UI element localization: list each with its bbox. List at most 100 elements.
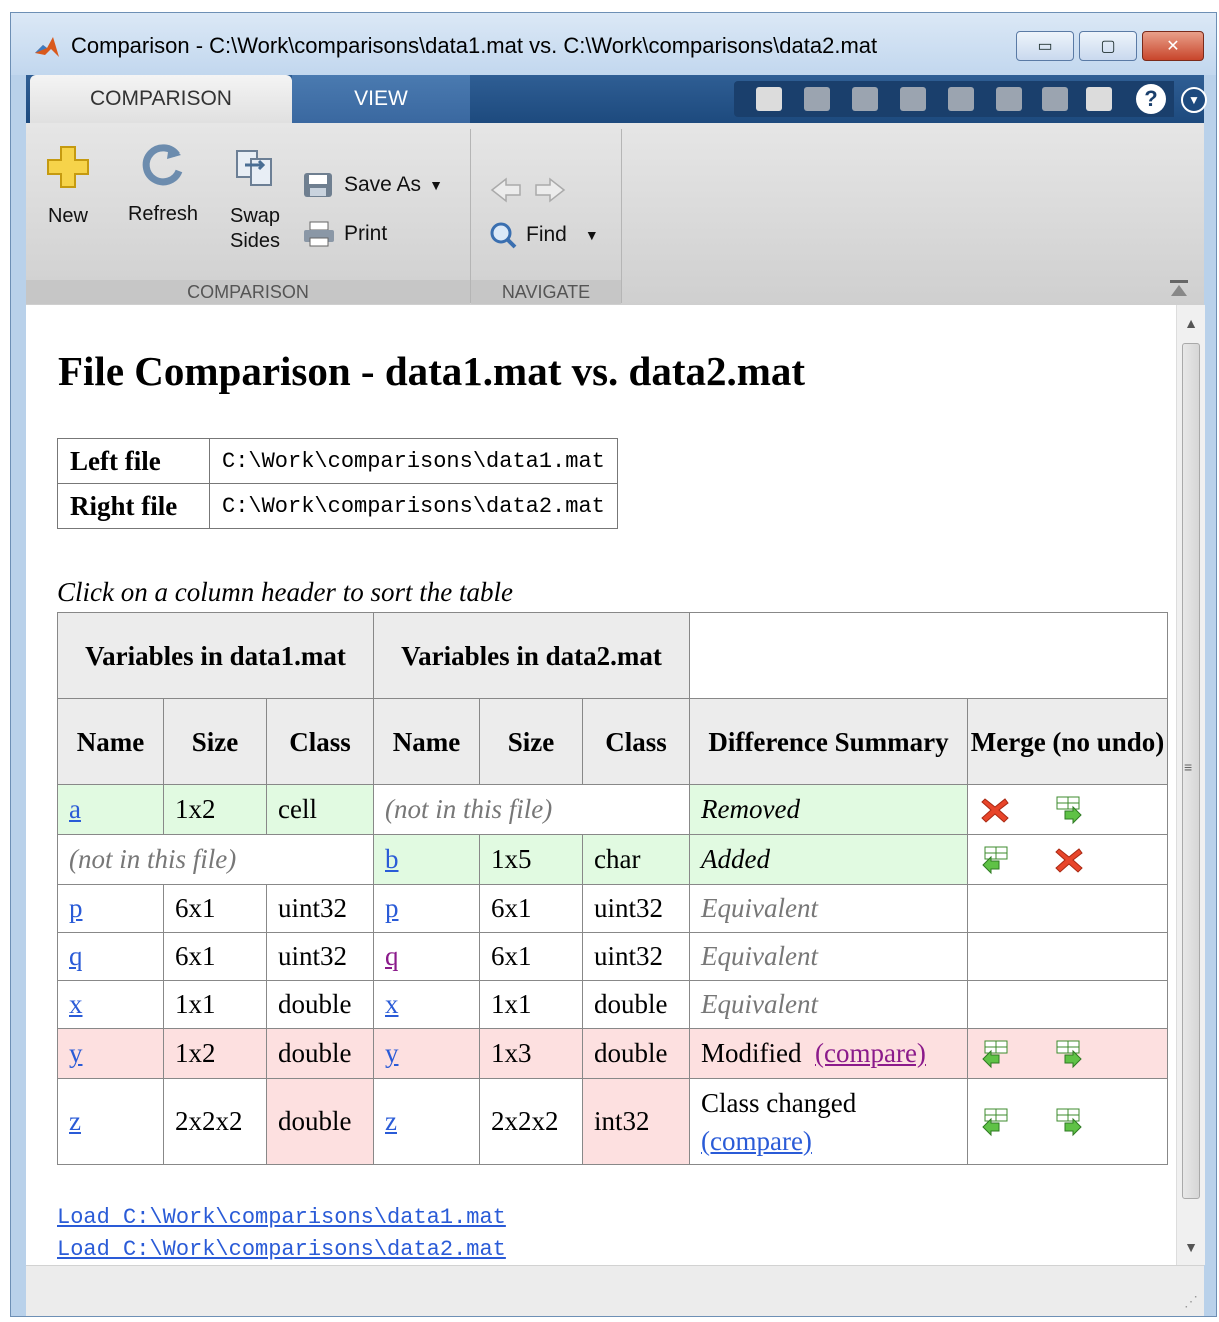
- left-name-cell: q: [57, 932, 164, 981]
- find-button[interactable]: Find ▼: [488, 221, 599, 249]
- variable-link[interactable]: z: [385, 1106, 397, 1136]
- column-header-right-class[interactable]: Class: [582, 698, 690, 785]
- collapse-ribbon-icon[interactable]: [1168, 278, 1190, 300]
- variable-link[interactable]: x: [69, 989, 83, 1019]
- table-row: q 6x1 uint32 q 6x1 uint32 Equivalent: [57, 932, 1168, 981]
- close-icon: ✕: [1166, 38, 1180, 55]
- tab-view[interactable]: VIEW: [292, 75, 470, 123]
- minimize-button[interactable]: ▭: [1016, 31, 1074, 61]
- group-header-blank: [689, 612, 1168, 699]
- minimize-icon: ▭: [1037, 38, 1053, 55]
- variable-link[interactable]: z: [69, 1106, 81, 1136]
- variable-link[interactable]: b: [385, 844, 399, 874]
- swap-icon: [236, 150, 272, 186]
- chevron-down-icon[interactable]: ▼: [429, 177, 443, 193]
- variable-link[interactable]: p: [69, 893, 83, 923]
- quick-access-toolbar: ?: [734, 81, 1174, 117]
- load-left-file-link[interactable]: Load C:\Work\comparisons\data1.mat: [57, 1205, 506, 1230]
- edit-icon[interactable]: [756, 87, 782, 111]
- variable-link[interactable]: q: [69, 941, 83, 971]
- column-header-merge[interactable]: Merge (no undo): [967, 698, 1168, 785]
- plus-icon: [47, 146, 89, 188]
- variable-link[interactable]: q: [385, 941, 399, 971]
- merge-left-icon[interactable]: [979, 1107, 1011, 1137]
- variable-link[interactable]: p: [385, 893, 399, 923]
- paste-icon[interactable]: [948, 87, 974, 111]
- vertical-scrollbar[interactable]: ▲ ≡ ▼: [1176, 305, 1205, 1265]
- merge-right-icon[interactable]: [1053, 1107, 1085, 1137]
- left-name-cell: a: [57, 784, 164, 835]
- left-size-cell: 6x1: [163, 884, 267, 933]
- right-name-cell: b: [373, 834, 480, 885]
- status-bar: ⋰: [26, 1265, 1204, 1316]
- merge-cell: [967, 932, 1168, 981]
- load-right-file-link[interactable]: Load C:\Work\comparisons\data2.mat: [57, 1237, 506, 1262]
- ribbon-tab-strip: COMPARISON VIEW ?: [26, 75, 1204, 123]
- grip-icon: ≡: [1184, 759, 1193, 775]
- section-navigate-label: NAVIGATE: [471, 280, 621, 304]
- left-class-cell: double: [266, 1078, 374, 1165]
- save-icon[interactable]: [804, 87, 830, 111]
- delete-variable-icon[interactable]: [979, 795, 1011, 825]
- maximize-button[interactable]: ▢: [1079, 31, 1137, 61]
- scroll-up-icon[interactable]: ▲: [1177, 309, 1205, 337]
- merge-right-icon[interactable]: [1053, 1039, 1085, 1069]
- switch-windows-icon[interactable]: [1086, 87, 1112, 111]
- column-header-left-class[interactable]: Class: [266, 698, 374, 785]
- left-class-cell: double: [266, 1028, 374, 1079]
- chevron-down-icon[interactable]: ▼: [1181, 87, 1207, 113]
- print-button[interactable]: Print: [302, 220, 387, 248]
- column-header-left-name[interactable]: Name: [57, 698, 164, 785]
- new-button[interactable]: New: [40, 143, 96, 228]
- undo-icon[interactable]: [996, 87, 1022, 111]
- swap-sides-button[interactable]: Swap Sides: [220, 143, 290, 253]
- merge-left-icon[interactable]: [979, 1039, 1011, 1069]
- table-row: Left file C:\Work\comparisons\data1.mat: [57, 438, 618, 484]
- delete-variable-icon[interactable]: [1053, 845, 1085, 875]
- summary-cell: Removed: [689, 784, 968, 835]
- right-name-cell: y: [373, 1028, 480, 1079]
- left-class-cell: uint32: [266, 932, 374, 981]
- right-class-cell: uint32: [582, 884, 690, 933]
- left-file-path: C:\Work\comparisons\data1.mat: [209, 438, 618, 484]
- compare-link[interactable]: (compare): [815, 1038, 926, 1068]
- variable-link[interactable]: y: [385, 1038, 399, 1068]
- next-difference-icon[interactable]: [535, 177, 566, 203]
- summary-text: Modified: [701, 1038, 802, 1068]
- find-label: Find: [526, 223, 567, 246]
- right-file-label: Right file: [57, 483, 210, 529]
- compare-link[interactable]: (compare): [701, 1126, 812, 1156]
- scrollbar-thumb[interactable]: ≡: [1182, 343, 1200, 1199]
- close-button[interactable]: ✕: [1142, 31, 1204, 61]
- variable-link[interactable]: a: [69, 794, 81, 824]
- print-label: Print: [344, 222, 388, 245]
- column-header-right-name[interactable]: Name: [373, 698, 480, 785]
- save-as-icon: [304, 173, 332, 197]
- chevron-down-icon[interactable]: ▼: [585, 227, 599, 243]
- right-class-cell: double: [582, 1028, 690, 1079]
- scroll-down-icon[interactable]: ▼: [1177, 1233, 1205, 1261]
- resize-grip-icon[interactable]: ⋰: [1184, 1293, 1198, 1310]
- refresh-button[interactable]: Refresh: [120, 141, 206, 226]
- column-header-right-size[interactable]: Size: [479, 698, 583, 785]
- navigate-arrows: [490, 177, 566, 203]
- save-as-button[interactable]: Save As ▼: [302, 171, 443, 199]
- help-icon[interactable]: ?: [1136, 84, 1166, 114]
- variable-link[interactable]: x: [385, 989, 399, 1019]
- merge-cell: [967, 834, 1168, 885]
- column-header-summary[interactable]: Difference Summary: [689, 698, 968, 785]
- tab-comparison[interactable]: COMPARISON: [30, 75, 292, 123]
- variable-link[interactable]: y: [69, 1038, 83, 1068]
- merge-left-icon[interactable]: [979, 845, 1011, 875]
- previous-difference-icon[interactable]: [490, 177, 521, 203]
- table-row: p 6x1 uint32 p 6x1 uint32 Equivalent: [57, 884, 1168, 933]
- left-file-label: Left file: [57, 438, 210, 484]
- column-header-left-size[interactable]: Size: [163, 698, 267, 785]
- summary-cell: Modified (compare): [689, 1028, 968, 1079]
- merge-right-icon[interactable]: [1053, 795, 1085, 825]
- left-name-cell: z: [57, 1078, 164, 1165]
- right-name-cell: x: [373, 980, 480, 1029]
- copy-icon[interactable]: [900, 87, 926, 111]
- cut-icon[interactable]: [852, 87, 878, 111]
- redo-icon[interactable]: [1042, 87, 1068, 111]
